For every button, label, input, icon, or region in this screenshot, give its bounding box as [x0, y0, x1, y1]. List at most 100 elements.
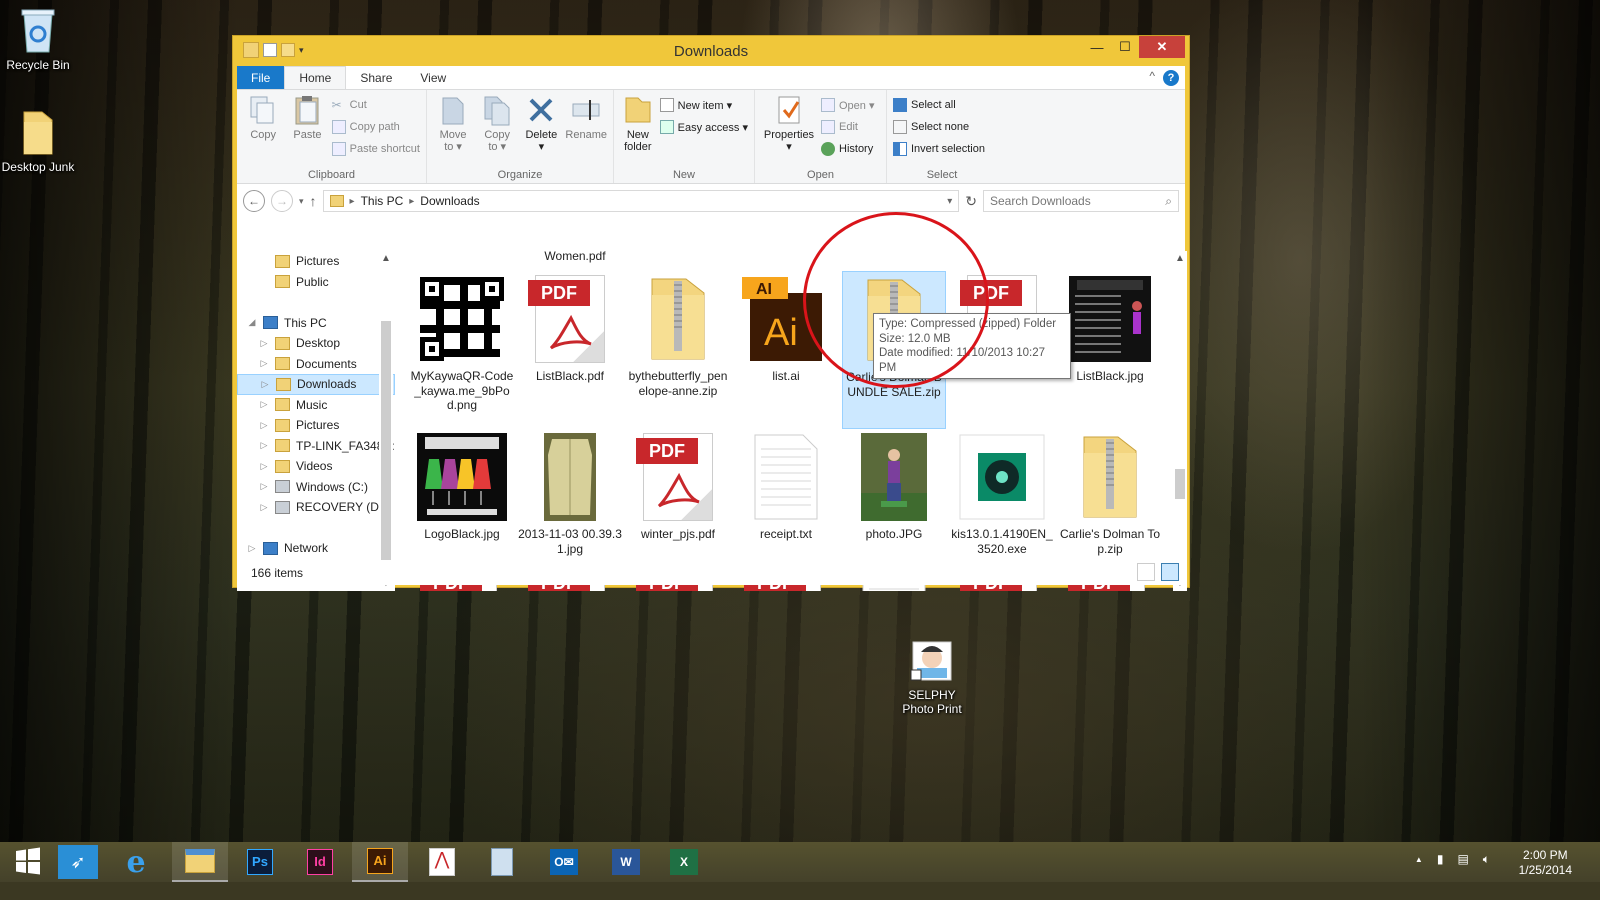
select-all-button[interactable]: Select all [893, 96, 985, 114]
taskbar-file-explorer-button[interactable] [172, 842, 228, 882]
file-item[interactable]: receipt.txt [734, 429, 838, 542]
taskbar-outlook-button[interactable]: O✉ [536, 842, 592, 882]
nav-item-desktop[interactable]: ▷ Desktop [237, 333, 395, 354]
desktop-icon-selphy[interactable]: SELPHY Photo Print [892, 638, 972, 716]
taskbar-excel-button[interactable]: X [656, 842, 712, 882]
up-button[interactable]: ↑ [310, 193, 317, 209]
select-none-label: Select none [911, 121, 970, 133]
rename-label: Rename [565, 129, 607, 141]
file-item[interactable]: MyKaywaQR-Code_kaywa.me_9bPod.png [410, 271, 514, 413]
desktop-icon-recycle-bin[interactable]: Recycle Bin [0, 6, 76, 72]
back-button[interactable]: ← [243, 190, 265, 212]
file-item[interactable]: photo.JPG [842, 429, 946, 542]
desktop-icon-desktop-junk[interactable]: Desktop Junk [0, 110, 76, 174]
expand-arrow-icon[interactable]: ◢ [247, 317, 257, 328]
start-button[interactable] [0, 842, 56, 882]
file-item[interactable]: LogoBlack.jpg [410, 429, 514, 542]
maximize-button[interactable]: ☐ [1111, 36, 1139, 58]
file-item[interactable]: bythebutterfly_penelope-anne.zip [626, 271, 730, 398]
paste-shortcut-button[interactable]: Paste shortcut [331, 140, 420, 158]
expand-arrow-icon[interactable]: ▷ [259, 440, 269, 451]
expand-arrow-icon[interactable]: ▷ [260, 379, 270, 390]
tab-home[interactable]: Home [284, 66, 347, 89]
file-item-partial[interactable]: Women.pdf [520, 251, 630, 264]
taskbar-illustrator-button[interactable]: Ai [352, 842, 408, 882]
tab-file[interactable]: File [237, 66, 285, 89]
file-item[interactable]: ListBlack.jpg [1058, 271, 1162, 384]
nav-item-windows-c[interactable]: ▷ Windows (C:) [237, 477, 395, 498]
expand-arrow-icon[interactable]: ▷ [259, 338, 269, 349]
expand-arrow-icon[interactable]: ▷ [259, 420, 269, 431]
invert-selection-button[interactable]: Invert selection [893, 140, 985, 158]
battery-icon[interactable]: ▮ [1437, 852, 1444, 867]
nav-item-public[interactable]: Public [237, 272, 395, 293]
taskbar-rocket-button[interactable]: ➶ [50, 842, 106, 882]
scroll-up-arrow-icon[interactable]: ▲ [1173, 253, 1187, 264]
file-item[interactable]: kis13.0.1.4190EN_3520.exe [950, 429, 1054, 556]
easy-access-button[interactable]: Easy access ▾ [659, 118, 748, 136]
nav-item-pictures[interactable]: Pictures [237, 251, 395, 272]
nav-item-network[interactable]: ▷ Network [237, 538, 395, 559]
clock[interactable]: 2:00 PM 1/25/2014 [1519, 848, 1572, 878]
show-hidden-icons-button[interactable]: ▲ [1415, 852, 1423, 867]
file-item[interactable]: Carlie's Dolman Top.zip [1058, 429, 1162, 556]
open-button[interactable]: Open ▾ [821, 96, 875, 114]
files-scrollbar[interactable]: ▲ ▼ [1173, 251, 1187, 591]
breadcrumb-separator-icon: ▸ [409, 195, 415, 207]
tab-share[interactable]: Share [346, 67, 406, 89]
edit-button[interactable]: Edit [821, 118, 875, 136]
new-item-button[interactable]: New item ▾ [659, 96, 748, 114]
recent-locations-icon[interactable]: ▾ [299, 196, 304, 207]
file-item[interactable]: PDF winter_pjs.pdf [626, 429, 730, 542]
nav-item-documents[interactable]: ▷ Documents [237, 354, 395, 375]
history-button[interactable]: History [821, 140, 875, 158]
expand-arrow-icon[interactable]: ▷ [259, 502, 269, 513]
refresh-button[interactable]: ↻ [965, 193, 977, 210]
details-view-button[interactable] [1137, 563, 1155, 581]
expand-arrow-icon[interactable]: ▷ [259, 461, 269, 472]
file-name: winter_pjs.pdf [640, 527, 716, 541]
minimize-button[interactable]: — [1083, 36, 1111, 58]
cut-button[interactable]: ✂ Cut [332, 96, 420, 114]
nav-item-pictures[interactable]: ▷ Pictures [237, 415, 395, 436]
taskbar-photoshop-button[interactable]: Ps [232, 842, 288, 882]
select-none-button[interactable]: Select none [893, 118, 985, 136]
file-item[interactable]: 2013-11-03 00.39.31.jpg [518, 429, 622, 556]
expand-arrow-icon[interactable]: ▷ [259, 399, 269, 410]
copy-path-button[interactable]: Copy path [331, 118, 420, 136]
breadcrumb-this-pc[interactable]: This PC [361, 194, 404, 208]
navigation-scrollbar[interactable]: ▲ ▼ [379, 251, 393, 591]
nav-item-this-pc[interactable]: ◢ This PC [237, 313, 395, 334]
help-icon[interactable]: ? [1163, 70, 1179, 86]
taskbar-word-button[interactable]: W [598, 842, 654, 882]
scrollbar-thumb[interactable] [1175, 469, 1185, 499]
search-input[interactable]: Search Downloads ⌕ [983, 190, 1179, 212]
taskbar-indesign-button[interactable]: Id [292, 842, 348, 882]
address-history-dropdown-icon[interactable]: ▾ [947, 196, 952, 207]
forward-button[interactable]: → [271, 190, 293, 212]
breadcrumb-downloads[interactable]: Downloads [420, 194, 479, 208]
volume-icon[interactable]: 🔈︎ [1483, 852, 1490, 867]
large-icons-view-button[interactable] [1161, 563, 1179, 581]
close-button[interactable]: ✕ [1139, 36, 1185, 58]
nav-item-music[interactable]: ▷ Music [237, 395, 395, 416]
taskbar-calculator-button[interactable] [474, 842, 530, 882]
taskbar-acrobat-button[interactable]: ⋀ [414, 842, 470, 882]
file-item[interactable]: PDF ListBlack.pdf [518, 271, 622, 384]
expand-arrow-icon[interactable]: ▷ [259, 481, 269, 492]
scrollbar-thumb[interactable] [381, 321, 391, 579]
expand-arrow-icon[interactable]: ▷ [247, 543, 257, 554]
scroll-up-arrow-icon[interactable]: ▲ [379, 253, 393, 264]
nav-item-tp-link-fa348e[interactable]: ▷ TP-LINK_FA348E: [237, 436, 395, 457]
taskbar-internet-explorer-button[interactable]: e [108, 842, 164, 882]
network-icon[interactable]: ▤ [1457, 852, 1468, 867]
address-bar[interactable]: ▸ This PC ▸ Downloads ▾ [322, 190, 960, 212]
nav-item-videos[interactable]: ▷ Videos [237, 456, 395, 477]
collapse-ribbon-icon[interactable]: ^ [1149, 69, 1155, 83]
expand-arrow-icon[interactable]: ▷ [259, 358, 269, 369]
tab-view[interactable]: View [406, 67, 460, 89]
new-folder-sub: folder [624, 141, 652, 153]
nav-item-downloads[interactable]: ▷ Downloads [237, 374, 395, 395]
nav-item-recovery-d[interactable]: ▷ RECOVERY (D:) [237, 497, 395, 518]
